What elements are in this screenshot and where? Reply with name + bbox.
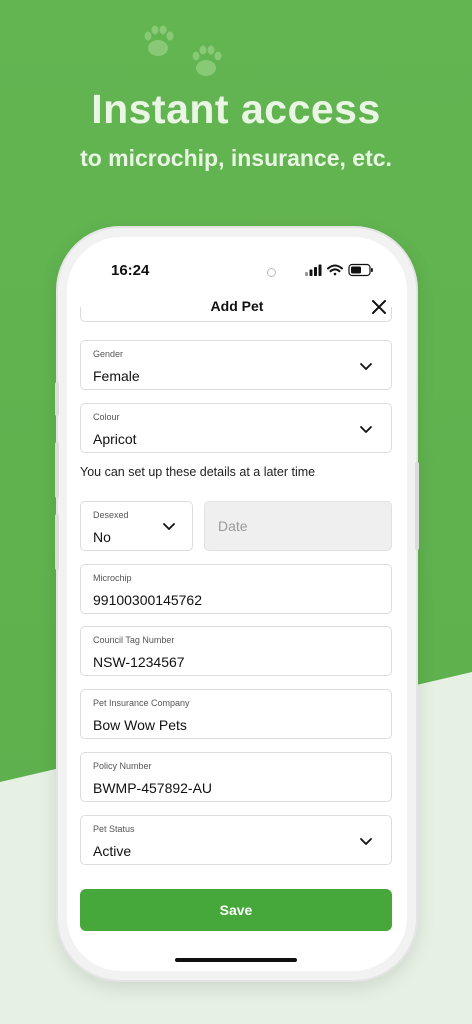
gender-value: Female bbox=[93, 368, 140, 384]
council-tag-field[interactable]: Council Tag Number NSW-1234567 bbox=[80, 626, 392, 676]
chevron-down-icon bbox=[360, 426, 372, 433]
paw-prints-icon bbox=[144, 25, 222, 76]
pet-status-value: Active bbox=[93, 843, 132, 859]
later-setup-note: You can set up these details at a later … bbox=[80, 465, 316, 479]
previous-field-edge bbox=[80, 307, 392, 322]
date-placeholder: Date bbox=[218, 518, 248, 534]
chevron-down-icon bbox=[163, 523, 175, 530]
subheadline: to microchip, insurance, etc. bbox=[80, 145, 392, 171]
desexed-select[interactable]: Desexed No bbox=[80, 501, 193, 551]
gender-select[interactable]: Gender Female bbox=[80, 340, 392, 390]
policy-number-label: Policy Number bbox=[93, 761, 152, 771]
insurance-company-value: Bow Wow Pets bbox=[93, 717, 187, 733]
camera-sensor bbox=[267, 268, 276, 277]
desexed-date-field[interactable]: Date bbox=[204, 501, 392, 551]
save-button[interactable]: Save bbox=[80, 889, 392, 931]
chevron-down-icon bbox=[360, 838, 372, 845]
desexed-value: No bbox=[93, 529, 111, 545]
side-button bbox=[55, 382, 59, 416]
policy-number-field[interactable]: Policy Number BWMP-457892-AU bbox=[80, 752, 392, 802]
chevron-down-icon bbox=[360, 363, 372, 370]
policy-number-value: BWMP-457892-AU bbox=[93, 780, 213, 796]
wifi-icon bbox=[327, 264, 343, 276]
microchip-value: 99100300145762 bbox=[93, 592, 203, 608]
phone-screen: 16:24 Add Pet Gender Female Colour Apric… bbox=[67, 237, 407, 971]
status-icons bbox=[305, 263, 373, 277]
insurance-company-label: Pet Insurance Company bbox=[93, 698, 190, 708]
phone-frame: 16:24 Add Pet Gender Female Colour Apric… bbox=[55, 228, 419, 980]
signal-icon bbox=[305, 264, 322, 276]
desexed-label: Desexed bbox=[93, 510, 129, 520]
colour-label: Colour bbox=[93, 412, 120, 422]
insurance-company-field[interactable]: Pet Insurance Company Bow Wow Pets bbox=[80, 689, 392, 739]
council-tag-value: NSW-1234567 bbox=[93, 654, 185, 670]
status-time: 16:24 bbox=[111, 262, 150, 279]
microchip-field[interactable]: Microchip 99100300145762 bbox=[80, 564, 392, 614]
volume-up-button bbox=[55, 442, 59, 498]
colour-value: Apricot bbox=[93, 431, 137, 447]
colour-select[interactable]: Colour Apricot bbox=[80, 403, 392, 453]
microchip-label: Microchip bbox=[93, 573, 132, 583]
pet-status-label: Pet Status bbox=[93, 824, 135, 834]
headline: Instant access bbox=[91, 86, 381, 132]
pet-status-select[interactable]: Pet Status Active bbox=[80, 815, 392, 865]
power-button bbox=[415, 462, 419, 550]
home-indicator bbox=[175, 958, 297, 962]
battery-icon bbox=[348, 263, 373, 277]
gender-label: Gender bbox=[93, 349, 124, 359]
council-tag-label: Council Tag Number bbox=[93, 635, 175, 645]
volume-down-button bbox=[55, 514, 59, 570]
